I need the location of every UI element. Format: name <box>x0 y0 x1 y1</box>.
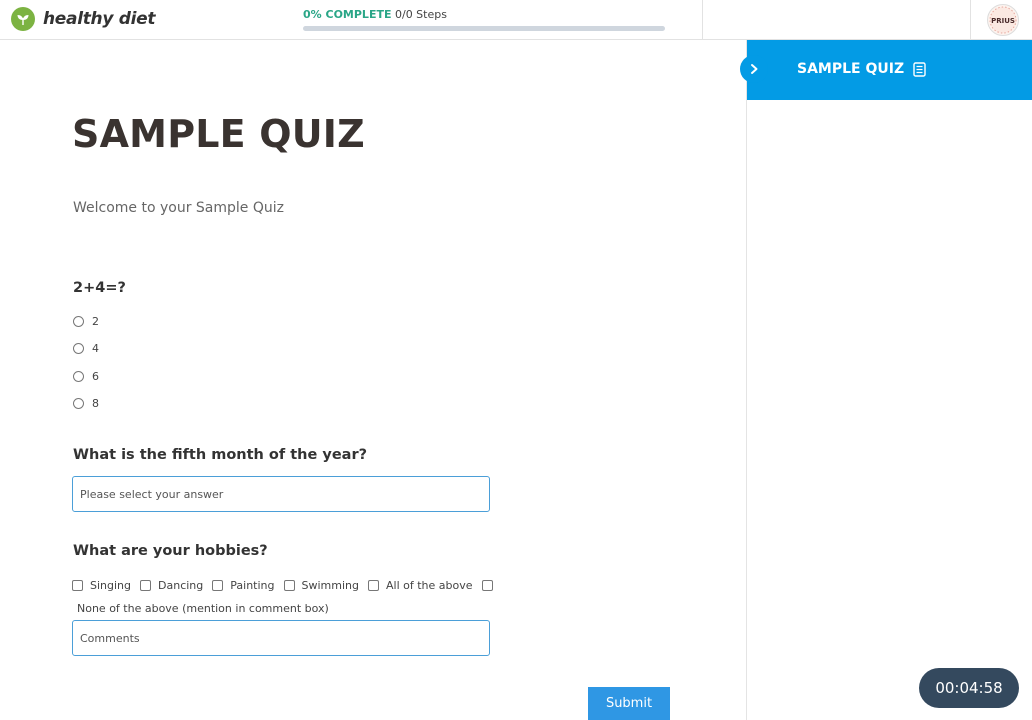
option-label: 4 <box>92 342 99 355</box>
q1-option-4[interactable]: 8 <box>73 397 99 410</box>
header-divider <box>702 0 703 40</box>
comments-input[interactable] <box>72 620 490 656</box>
checkbox-swimming[interactable] <box>283 580 295 591</box>
leaf-logo-icon <box>11 7 35 31</box>
sidebar-title[interactable]: SAMPLE QUIZ <box>797 61 926 77</box>
checkbox-label: Painting <box>230 579 275 592</box>
brand-name: healthy diet <box>43 9 156 29</box>
checkbox-label: None of the above (mention in comment bo… <box>77 602 329 615</box>
question-3-title: What are your hobbies? <box>73 543 268 559</box>
document-icon <box>913 61 926 77</box>
checkbox-label: Singing <box>90 579 132 592</box>
q1-option-2[interactable]: 4 <box>73 342 99 355</box>
quiz-sidebar: SAMPLE QUIZ <box>746 40 1032 720</box>
brand[interactable]: healthy diet <box>11 7 156 31</box>
option-label: 8 <box>92 397 99 410</box>
top-header: healthy diet 0% COMPLETE 0/0 Steps PRIUS <box>0 0 1032 40</box>
progress-text: 0% COMPLETE 0/0 Steps <box>303 8 665 21</box>
q1-option-3[interactable]: 6 <box>73 370 99 383</box>
page-title: SAMPLE QUIZ <box>72 112 365 156</box>
progress-steps: 0/0 Steps <box>394 8 447 21</box>
question-1-title: 2+4=? <box>73 280 126 296</box>
radio-button[interactable] <box>73 398 84 409</box>
sidebar-header: SAMPLE QUIZ <box>747 40 1032 100</box>
radio-button[interactable] <box>73 316 84 327</box>
checkbox-singing[interactable] <box>72 580 83 591</box>
checkbox-label: Swimming <box>301 579 359 592</box>
quiz-welcome-text: Welcome to your Sample Quiz <box>73 200 284 216</box>
radio-button[interactable] <box>73 371 84 382</box>
checkbox-none-of-the-above[interactable] <box>481 580 493 591</box>
quiz-timer: 00:04:58 <box>919 668 1019 708</box>
checkbox-label: Dancing <box>158 579 204 592</box>
chevron-right-icon <box>751 64 758 74</box>
checkbox-label: All of the above <box>385 579 473 592</box>
progress-bar <box>303 26 665 31</box>
option-label: 2 <box>92 315 99 328</box>
header-divider <box>970 0 971 40</box>
svg-text:PRIUS: PRIUS <box>991 17 1015 25</box>
progress-percent: 0% COMPLETE <box>303 8 392 21</box>
checkbox-dancing[interactable] <box>140 580 152 591</box>
q1-option-1[interactable]: 2 <box>73 315 99 328</box>
answer-input[interactable] <box>72 476 490 512</box>
checkbox-all-of-the-above[interactable] <box>367 580 379 591</box>
sidebar-title-text: SAMPLE QUIZ <box>797 61 905 77</box>
sidebar-toggle-button[interactable] <box>740 55 768 83</box>
submit-button[interactable]: Submit <box>588 687 670 720</box>
option-label: 6 <box>92 370 99 383</box>
avatar[interactable]: PRIUS <box>987 4 1019 36</box>
course-progress: 0% COMPLETE 0/0 Steps <box>303 8 665 31</box>
avatar-image: PRIUS <box>989 6 1017 34</box>
checkbox-painting[interactable] <box>212 580 224 591</box>
quiz-content: SAMPLE QUIZ Welcome to your Sample Quiz … <box>0 40 746 720</box>
radio-button[interactable] <box>73 343 84 354</box>
question-2-title: What is the fifth month of the year? <box>73 447 368 463</box>
hobbies-checkbox-group: Singing Dancing Painting Swimming All of… <box>72 579 493 592</box>
